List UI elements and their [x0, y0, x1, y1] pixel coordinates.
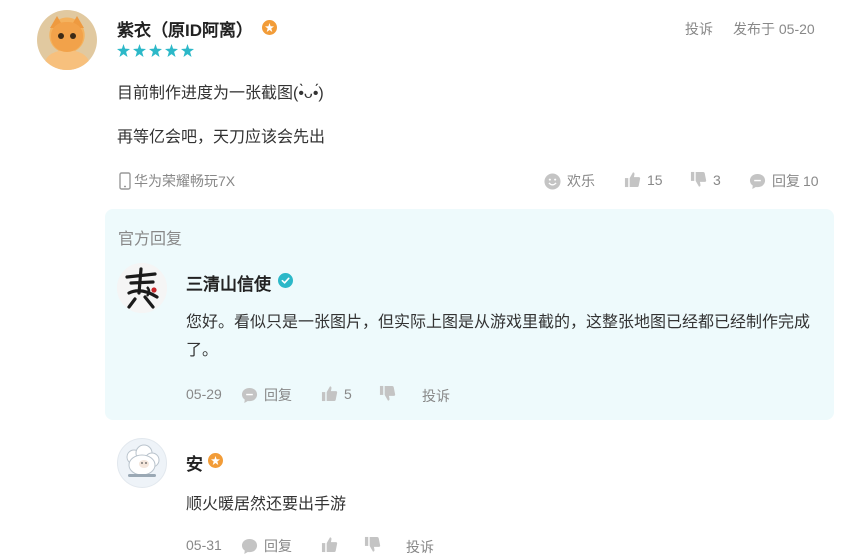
like-count: 5	[344, 385, 352, 402]
comment-icon	[241, 538, 258, 554]
device-name: 华为荣耀畅玩7X	[134, 173, 236, 189]
like-button[interactable]: 15	[624, 171, 663, 188]
thumbs-down-icon	[364, 536, 381, 552]
user-avatar[interactable]	[37, 10, 97, 70]
thumbs-down-icon	[379, 385, 396, 401]
reply-text: 顺火暖居然还要出手游	[186, 496, 347, 513]
reply-count: 10	[803, 173, 819, 189]
official-reply-date: 05-29	[186, 386, 222, 402]
device-info: 华为荣耀畅玩7X	[119, 171, 235, 191]
reply-label: 回复	[772, 173, 800, 189]
level-badge-icon	[208, 453, 223, 468]
reply-label: 回复	[264, 538, 292, 554]
official-avatar[interactable]	[117, 263, 167, 313]
reply-reply-button[interactable]: 回复	[241, 536, 292, 556]
post-date: 发布于 05-20	[733, 21, 815, 37]
star-icon	[133, 44, 146, 57]
reply-user-avatar[interactable]	[117, 438, 167, 488]
thumbs-down-icon	[690, 171, 707, 187]
reply-dislike-button[interactable]	[364, 536, 381, 553]
cat-eye	[70, 33, 76, 39]
level-badge-icon	[262, 20, 277, 35]
comment-icon	[241, 387, 258, 403]
rating-stars	[117, 44, 194, 57]
star-icon	[165, 44, 178, 57]
reply-button[interactable]: 回复 10	[749, 171, 819, 191]
official-like-button[interactable]: 5	[321, 385, 352, 402]
official-reply-title: 官方回复	[118, 231, 183, 248]
official-reply-text: 您好。看似只是一张图片，但实际上图是从游戏里截的，这整张地图已经都已经制作完成了…	[186, 314, 811, 359]
thumbs-up-icon	[624, 172, 641, 188]
comment-text-line: 目前制作进度为一张截图(•̀ᴗ•́)	[117, 85, 324, 102]
official-dislike-button[interactable]	[379, 385, 396, 402]
star-icon	[149, 44, 162, 57]
verified-icon	[278, 273, 293, 288]
dislike-button[interactable]: 3	[690, 171, 721, 188]
comment-text-line: 再等亿会吧，天刀应该会先出	[117, 129, 326, 146]
comment-icon	[749, 173, 766, 189]
sheep-avatar-image	[126, 444, 160, 477]
happy-label: 欢乐	[567, 173, 595, 189]
reply-report-link[interactable]: 投诉	[406, 537, 434, 557]
thumbs-up-icon	[321, 386, 338, 402]
reply-username[interactable]: 安	[186, 450, 203, 475]
thumbs-up-icon	[321, 537, 338, 553]
official-username[interactable]: 三清山信使	[186, 270, 271, 295]
reply-like-button[interactable]	[321, 536, 338, 553]
cat-body	[45, 50, 89, 70]
star-icon	[117, 44, 130, 57]
dislike-count: 3	[713, 171, 721, 188]
like-count: 15	[647, 171, 663, 188]
reply-label: 回复	[264, 387, 292, 403]
reply-date: 05-31	[186, 537, 222, 553]
happy-reaction-button[interactable]: 欢乐	[544, 171, 595, 191]
report-link[interactable]: 投诉	[685, 19, 713, 39]
star-icon	[181, 44, 194, 57]
cat-eye	[58, 33, 64, 39]
official-report-link[interactable]: 投诉	[422, 386, 450, 406]
phone-icon	[119, 172, 131, 190]
comment-username[interactable]: 紫衣（原ID阿离）	[117, 16, 253, 41]
smile-icon	[544, 172, 561, 190]
cat-face	[51, 22, 83, 52]
calligraphy-avatar-image	[117, 263, 167, 313]
official-reply-button[interactable]: 回复	[241, 385, 292, 405]
